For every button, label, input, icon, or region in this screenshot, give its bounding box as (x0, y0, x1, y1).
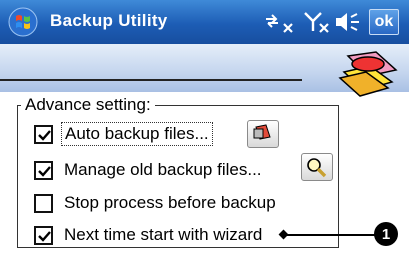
option-stop-process[interactable]: Stop process before backup (34, 191, 279, 215)
wizard-checkbox[interactable] (34, 225, 53, 245)
option-manage-old[interactable]: Manage old backup files... (34, 158, 265, 182)
stop-process-checkbox[interactable] (34, 193, 53, 213)
group-legend: Advance setting: (21, 95, 155, 115)
wizard-label[interactable]: Next time start with wizard (61, 224, 265, 246)
sync-icon[interactable] (262, 9, 298, 35)
window-title: Backup Utility (50, 11, 168, 30)
checkmark-icon (38, 230, 51, 242)
callout-number: 1 (374, 222, 398, 246)
manage-old-settings-button[interactable] (301, 153, 333, 181)
start-icon[interactable] (8, 7, 38, 37)
checkmark-icon (38, 165, 51, 177)
backup-logo-icon (338, 51, 398, 97)
option-auto-backup[interactable]: Auto backup files... (34, 122, 213, 146)
volume-icon[interactable] (333, 9, 365, 35)
title-bar: Backup Utility ok (0, 0, 409, 44)
callout-line (283, 234, 375, 236)
checkmark-icon (38, 129, 51, 141)
signal-icon[interactable] (302, 9, 332, 35)
header-divider (0, 79, 302, 81)
backup-tool-icon (253, 124, 271, 140)
auto-backup-checkbox[interactable] (34, 124, 53, 144)
ok-button[interactable]: ok (369, 9, 399, 35)
stop-process-label[interactable]: Stop process before backup (61, 192, 279, 214)
search-icon (307, 158, 327, 178)
manage-old-label[interactable]: Manage old backup files... (61, 159, 265, 181)
manage-old-checkbox[interactable] (34, 160, 53, 180)
auto-backup-settings-button[interactable] (247, 120, 279, 148)
option-next-time-wizard[interactable]: Next time start with wizard (34, 223, 265, 247)
auto-backup-label[interactable]: Auto backup files... (61, 122, 213, 146)
